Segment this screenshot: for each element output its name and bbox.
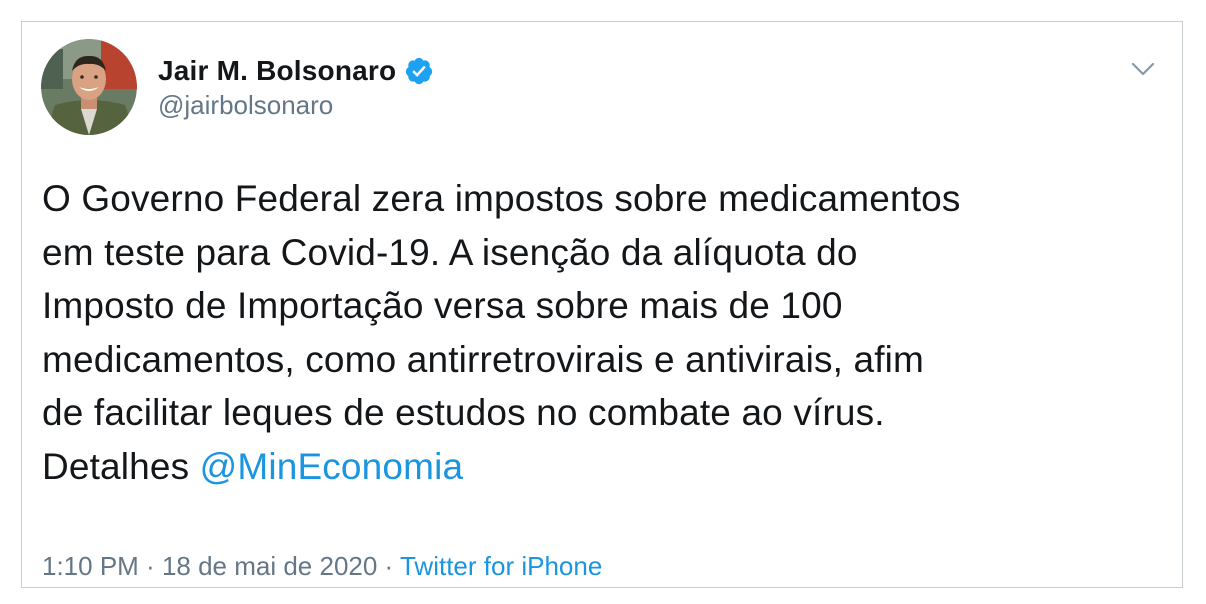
tweet-text-line: medicamentos, como antirretrovirais e an… <box>42 338 925 380</box>
author-name[interactable]: Jair M. Bolsonaro <box>158 55 396 87</box>
author-row[interactable]: Jair M. Bolsonaro <box>158 53 434 89</box>
avatar[interactable] <box>41 39 137 135</box>
tweet-text-line: Imposto de Importação versa sobre mais d… <box>42 285 843 326</box>
mention-link[interactable]: @MinEconomia <box>200 446 464 487</box>
tweet-text-line: em teste para Covid-19. A isenção da alí… <box>42 231 858 273</box>
tweet-menu-button[interactable] <box>1126 52 1160 86</box>
tweet-time[interactable]: 1:10 PM <box>42 551 139 581</box>
author-handle[interactable]: @jairbolsonaro <box>158 90 333 121</box>
tweet-text-line: O Governo Federal zera impostos sobre me… <box>42 178 961 219</box>
avatar-photo <box>41 39 137 135</box>
verified-badge-icon <box>404 56 434 86</box>
tweet-text: O Governo Federal zera impostos sobre me… <box>42 172 1167 493</box>
meta-separator: · <box>377 551 400 581</box>
meta-separator: · <box>138 551 162 581</box>
tweet-text-line: de facilitar leques de estudos no combat… <box>42 392 885 433</box>
tweet-text-line-last: Detalhes @MinEconomia <box>42 440 1167 494</box>
tweet-metadata: 1:10 PM · 18 de mai de 2020 · Twitter fo… <box>42 551 602 582</box>
tweet-card: Jair M. Bolsonaro @jairbolsonaro O Gover… <box>21 21 1183 588</box>
tweet-date[interactable]: 18 de mai de 2020 <box>162 551 377 581</box>
tweet-source-link[interactable]: Twitter for iPhone <box>400 551 602 581</box>
chevron-down-icon <box>1131 62 1155 76</box>
details-label: Detalhes <box>42 445 200 487</box>
